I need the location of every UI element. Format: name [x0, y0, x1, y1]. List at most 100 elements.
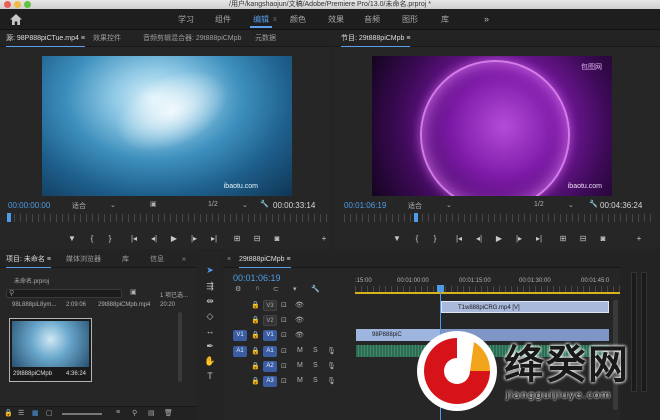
lock-track-icon[interactable]: 🔒 — [251, 331, 260, 339]
program-time-ruler[interactable] — [344, 214, 656, 222]
project-more-button[interactable]: » — [182, 252, 186, 268]
program-step-back-icon[interactable]: ◂| — [473, 234, 485, 244]
workspace-tab-libraries[interactable]: 库 — [441, 9, 449, 30]
solo-icon[interactable]: S — [313, 377, 318, 384]
sync-lock-icon[interactable]: ⊡ — [281, 377, 287, 385]
voiceover-icon[interactable]: 🎙 — [327, 362, 336, 370]
voiceover-icon[interactable]: 🎙 — [327, 377, 336, 385]
ripple-edit-tool-icon[interactable]: ⇹ — [203, 295, 217, 307]
export-frame-icon[interactable]: ◙ — [271, 234, 283, 244]
timeline-timecode[interactable]: 00:01:06:19 — [233, 273, 281, 283]
toggle-output-icon[interactable]: 👁 — [295, 301, 304, 309]
tab-project[interactable]: 项目: 未命名 ≡ — [6, 252, 51, 268]
track-label-a3[interactable]: A3 — [263, 376, 277, 387]
program-mark-out-icon[interactable]: } — [429, 234, 441, 244]
program-play-icon[interactable]: ▶ — [493, 234, 505, 244]
snap-icon[interactable]: ∩ — [255, 285, 260, 292]
workspace-tab-editing[interactable]: 编辑 — [250, 9, 272, 30]
sync-lock-icon[interactable]: ⊡ — [281, 347, 287, 355]
voiceover-icon[interactable]: 🎙 — [327, 347, 336, 355]
workspace-tab-effects[interactable]: 效果 — [328, 9, 344, 30]
play-icon[interactable]: ▶ — [168, 234, 180, 244]
nest-icon[interactable]: ⚙ — [235, 285, 241, 293]
tab-info[interactable]: 信息 — [150, 252, 164, 268]
tab-audio-clip-mixer[interactable]: 音频剪辑混合器: 29t888piCMpb — [143, 31, 241, 47]
source-video-frame[interactable]: ibaotu.com — [42, 56, 292, 196]
sort-icon[interactable]: ≡ — [116, 409, 120, 416]
program-go-to-in-icon[interactable]: |◂ — [453, 234, 465, 244]
program-wrench-icon[interactable]: 🔧 — [589, 200, 598, 208]
source-patch-v1[interactable]: V1 — [233, 330, 247, 341]
close-icon[interactable]: × — [227, 252, 231, 268]
track-label-v1[interactable]: V1 — [263, 330, 277, 341]
workspace-tab-color[interactable]: 颜色 — [290, 9, 306, 30]
program-export-frame-icon[interactable]: ◙ — [597, 234, 609, 244]
workspace-tab-learn[interactable]: 学习 — [178, 9, 194, 30]
tab-program[interactable]: 节目: 29t888piCMpb ≡ — [341, 31, 411, 47]
add-marker-icon[interactable]: ▼ — [66, 234, 78, 244]
hand-tool-icon[interactable]: ✋ — [203, 355, 217, 367]
source-fit-select[interactable]: 适合 — [72, 201, 86, 211]
linked-selection-icon[interactable]: ⊂ — [273, 285, 279, 293]
tab-media-browser[interactable]: 媒体浏览器 — [66, 252, 101, 268]
tab-libraries[interactable]: 库 — [122, 252, 129, 268]
source-patch-a1[interactable]: A1 — [233, 346, 247, 357]
source-time-ruler[interactable] — [8, 214, 328, 222]
workspace-more-button[interactable]: » — [484, 9, 489, 30]
program-fit-select[interactable]: 适合 — [408, 201, 422, 211]
lock-track-icon[interactable]: 🔒 — [251, 316, 260, 324]
list-item[interactable]: 98L888piL8ym... 2:09:06 29t888piCMpb.mp4… — [6, 302, 191, 311]
program-add-marker-icon[interactable]: ▼ — [391, 234, 403, 244]
insert-icon[interactable]: ⊞ — [231, 234, 243, 244]
project-search-input[interactable]: ⚲ — [6, 289, 122, 298]
program-go-to-out-icon[interactable]: ▸| — [533, 234, 545, 244]
workspace-tab-audio[interactable]: 音频 — [364, 9, 380, 30]
new-item-icon[interactable]: ▤ — [148, 409, 155, 417]
source-settings-icon[interactable]: ▣ — [150, 200, 157, 208]
lock-track-icon[interactable]: 🔒 — [251, 377, 260, 385]
workspace-tab-graphics[interactable]: 图形 — [402, 9, 418, 30]
selection-tool-icon[interactable]: ➤ — [203, 264, 217, 276]
new-bin-icon[interactable]: ▣ — [130, 288, 137, 296]
sync-lock-icon[interactable]: ⊡ — [281, 301, 287, 309]
step-back-icon[interactable]: ◂| — [148, 234, 160, 244]
track-label-v3[interactable]: V3 — [263, 300, 277, 311]
mark-in-icon[interactable]: { — [86, 234, 98, 244]
overwrite-icon[interactable]: ⊟ — [251, 234, 263, 244]
add-button-icon[interactable]: + — [318, 234, 330, 244]
workspace-menu-icon[interactable]: ≡ — [273, 17, 277, 23]
razor-tool-icon[interactable]: ◇ — [203, 310, 217, 322]
sync-lock-icon[interactable]: ⊡ — [281, 362, 287, 370]
solo-icon[interactable]: S — [313, 347, 318, 354]
source-fit-chevron-icon[interactable]: ⌄ — [110, 201, 116, 209]
home-icon[interactable] — [9, 13, 23, 26]
mark-out-icon[interactable]: } — [104, 234, 116, 244]
timeline-clip-v2-b[interactable]: T1w888piCRG.mp4 [V] — [441, 301, 609, 313]
program-fit-chevron-icon[interactable]: ⌄ — [446, 201, 452, 209]
program-timecode[interactable]: 00:01:06:19 — [344, 201, 386, 210]
tab-source[interactable]: 源: 98P888piCTue.mp4 ≡ — [6, 31, 85, 47]
program-quality-chevron-icon[interactable]: ⌄ — [568, 201, 574, 209]
type-tool-icon[interactable]: T — [203, 370, 217, 382]
program-video-frame[interactable]: 包图网 ibaotu.com — [372, 56, 612, 196]
icon-view-icon[interactable]: ▦ — [32, 409, 39, 417]
freeform-view-icon[interactable]: ▢ — [46, 409, 53, 417]
solo-icon[interactable]: S — [313, 362, 318, 369]
source-playhead-icon[interactable] — [7, 213, 11, 222]
zoom-slider[interactable] — [62, 413, 102, 415]
lock-track-icon[interactable]: 🔒 — [251, 362, 260, 370]
program-playhead-icon[interactable] — [414, 213, 418, 222]
timeline-settings-icon[interactable]: 🔧 — [311, 285, 320, 293]
toggle-output-icon[interactable]: 👁 — [295, 331, 304, 339]
lock-track-icon[interactable]: 🔒 — [251, 347, 260, 355]
program-mark-in-icon[interactable]: { — [411, 234, 423, 244]
toggle-output-icon[interactable]: 👁 — [295, 316, 304, 324]
go-to-out-icon[interactable]: ▸| — [208, 234, 220, 244]
track-label-v2[interactable]: V2 — [263, 315, 277, 326]
add-marker-timeline-icon[interactable]: ▾ — [293, 285, 297, 293]
source-quality-chevron-icon[interactable]: ⌄ — [242, 201, 248, 209]
pen-tool-icon[interactable]: ✒ — [203, 340, 217, 352]
find-icon[interactable]: ⚲ — [132, 409, 137, 417]
mute-icon[interactable]: M — [297, 377, 303, 384]
tab-effect-controls[interactable]: 效果控件 — [93, 31, 121, 47]
